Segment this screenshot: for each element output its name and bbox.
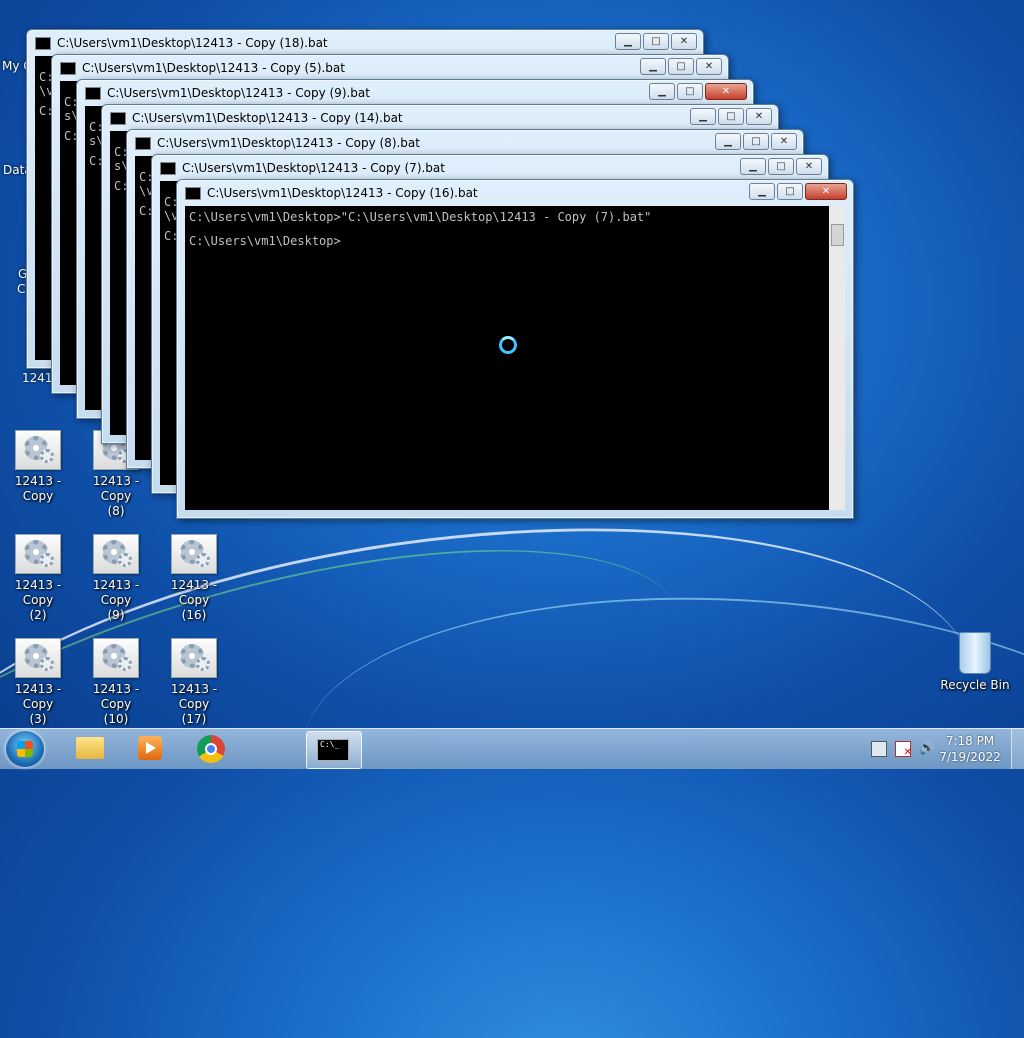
desktop-icon-bat-file[interactable]: 12413 - Copy (9) (79, 534, 153, 623)
cmd-icon (35, 36, 51, 50)
close-button[interactable]: ✕ (771, 133, 797, 150)
desktop-icon-bat-file[interactable]: 12413 - Copy (16) (157, 534, 231, 623)
taskbar-cmd-button[interactable]: C:\_ (306, 731, 362, 769)
recycle-bin-icon (959, 632, 991, 674)
taskbar: C:\_ ✕ 🔊 7:18 PM 7/19/2022 (0, 728, 1024, 769)
icon-label: (3) (29, 712, 47, 726)
minimize-button[interactable]: ▁ (715, 133, 741, 150)
console-line: C:\Users\vm1\Desktop>"C:\Users\vm1\Deskt… (189, 210, 652, 224)
window-titlebar[interactable]: C:\Users\vm1\Desktop\12413 - Copy (14).b… (110, 109, 698, 127)
icon-label: (16) (181, 608, 207, 622)
icon-label: (8) (107, 504, 125, 518)
folder-icon (76, 737, 104, 759)
maximize-button[interactable]: □ (718, 108, 744, 125)
window-titlebar[interactable]: C:\Users\vm1\Desktop\12413 - Copy (9).ba… (85, 84, 673, 102)
minimize-button[interactable]: ▁ (740, 158, 766, 175)
window-title: C:\Users\vm1\Desktop\12413 - Copy (18).b… (57, 36, 328, 50)
maximize-button[interactable]: □ (743, 133, 769, 150)
icon-label: 12413 - Copy (92, 578, 140, 607)
maximize-button[interactable]: □ (643, 33, 669, 50)
minimize-button[interactable]: ▁ (640, 58, 666, 75)
start-button[interactable] (6, 731, 44, 767)
icon-label: (17) (181, 712, 207, 726)
icon-label: 12413 - Copy (92, 682, 140, 711)
desktop-icon-bat-file[interactable]: 12413 - Copy (17) (157, 638, 231, 727)
icon-label: (9) (107, 608, 125, 622)
desktop-icon-bat-file[interactable]: 12413 - Copy (3) (1, 638, 75, 727)
cmd-icon (110, 111, 126, 125)
icon-label: 12413 - Copy (92, 474, 140, 503)
minimize-button[interactable]: ▁ (690, 108, 716, 125)
gear-file-icon (15, 534, 61, 574)
clock[interactable]: 7:18 PM 7/19/2022 (937, 733, 1003, 765)
desktop-icon-bat-file[interactable]: 12413 - Copy (2) (1, 534, 75, 623)
gear-file-icon (15, 638, 61, 678)
icon-label: 12413 - Copy (170, 578, 218, 607)
busy-cursor-icon (499, 336, 517, 354)
taskbar-explorer-button[interactable] (62, 731, 116, 767)
chrome-icon (197, 735, 225, 763)
cmd-icon: C:\_ (317, 739, 349, 761)
window-titlebar[interactable]: C:\Users\vm1\Desktop\12413 - Copy (8).ba… (135, 134, 723, 152)
volume-icon[interactable]: 🔊 (919, 742, 935, 756)
cmd-icon (60, 61, 76, 75)
console-output[interactable]: C:\Users\vm1\Desktop>"C:\Users\vm1\Deskt… (185, 206, 845, 510)
taskbar-media-player-button[interactable] (122, 731, 176, 767)
icon-label: 12413 - Copy (14, 578, 62, 607)
icon-label: (10) (103, 712, 129, 726)
icon-label: (2) (29, 608, 47, 622)
close-button[interactable]: ✕ (705, 83, 747, 100)
icon-label: 12413 - Copy (170, 682, 218, 711)
window-title: C:\Users\vm1\Desktop\12413 - Copy (8).ba… (157, 136, 420, 150)
minimize-button[interactable]: ▁ (649, 83, 675, 100)
close-button[interactable]: ✕ (805, 183, 847, 200)
gear-file-icon (171, 534, 217, 574)
console-scrollbar[interactable] (829, 206, 845, 510)
cmd-icon (185, 186, 201, 200)
close-button[interactable]: ✕ (746, 108, 772, 125)
network-icon[interactable] (871, 741, 887, 757)
desktop-label-c[interactable]: C (17, 282, 25, 296)
show-desktop-button[interactable] (1011, 729, 1024, 769)
maximize-button[interactable]: □ (677, 83, 703, 100)
clock-time: 7:18 PM (945, 734, 995, 748)
gear-file-icon (93, 534, 139, 574)
minimize-button[interactable]: ▁ (615, 33, 641, 50)
maximize-button[interactable]: □ (768, 158, 794, 175)
window-title: C:\Users\vm1\Desktop\12413 - Copy (9).ba… (107, 86, 370, 100)
window-titlebar[interactable]: C:\Users\vm1\Desktop\12413 - Copy (16).b… (185, 184, 773, 202)
window-titlebar[interactable]: C:\Users\vm1\Desktop\12413 - Copy (5).ba… (60, 59, 648, 77)
gear-file-icon (171, 638, 217, 678)
window-title: C:\Users\vm1\Desktop\12413 - Copy (5).ba… (82, 61, 345, 75)
window-titlebar[interactable]: C:\Users\vm1\Desktop\12413 - Copy (7).ba… (160, 159, 748, 177)
gear-file-icon (15, 430, 61, 470)
desktop-icon-bat-file[interactable]: 12413 - Copy (10) (79, 638, 153, 727)
action-center-warning-icon[interactable]: ✕ (895, 741, 912, 758)
icon-label: 12413 - Copy (14, 682, 62, 711)
cmd-icon (160, 161, 176, 175)
desktop-icon-bat-file[interactable]: 12413 - Copy (1, 430, 75, 504)
window-title: C:\Users\vm1\Desktop\12413 - Copy (16).b… (207, 186, 478, 200)
window-title: C:\Users\vm1\Desktop\12413 - Copy (14).b… (132, 111, 403, 125)
taskbar-chrome-button[interactable] (184, 731, 238, 767)
window-title: C:\Users\vm1\Desktop\12413 - Copy (7).ba… (182, 161, 445, 175)
window-titlebar[interactable]: C:\Users\vm1\Desktop\12413 - Copy (18).b… (35, 34, 623, 52)
minimize-button[interactable]: ▁ (749, 183, 775, 200)
cmd-icon (135, 136, 151, 150)
media-player-icon (138, 736, 162, 760)
clock-date: 7/19/2022 (939, 750, 1001, 764)
close-button[interactable]: ✕ (671, 33, 697, 50)
cmd-icon (85, 86, 101, 100)
maximize-button[interactable]: □ (668, 58, 694, 75)
console-line: C:\Users\vm1\Desktop> (189, 234, 341, 248)
icon-label: Recycle Bin (940, 678, 1010, 692)
system-tray: ✕ 🔊 7:18 PM 7/19/2022 (867, 729, 1024, 769)
desktop-icon-recycle-bin[interactable]: Recycle Bin (938, 632, 1012, 693)
gear-file-icon (93, 638, 139, 678)
icon-label: 12413 - Copy (14, 474, 62, 503)
close-button[interactable]: ✕ (696, 58, 722, 75)
maximize-button[interactable]: □ (777, 183, 803, 200)
close-button[interactable]: ✕ (796, 158, 822, 175)
